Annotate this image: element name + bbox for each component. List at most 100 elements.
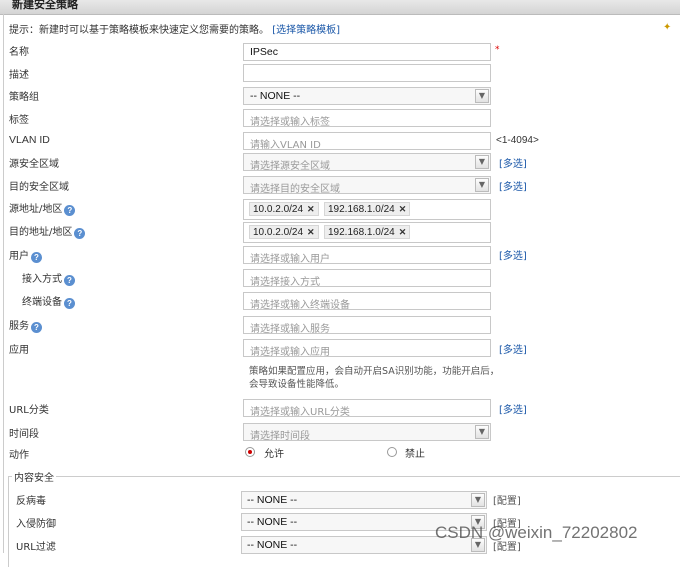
time-range-label: 时间段 xyxy=(9,429,39,440)
question-icon[interactable]: ? xyxy=(31,322,42,333)
service-label: 服务? xyxy=(9,317,42,333)
app-multi-link[interactable]: [多选] xyxy=(499,341,527,356)
time-range-select[interactable]: 请选择时间段 ▼ xyxy=(243,423,491,442)
address-tag-text: 10.0.2.0/24 xyxy=(253,227,304,238)
name-label: 名称 xyxy=(9,47,29,58)
url-filter-value: -- NONE -- xyxy=(247,539,298,551)
close-icon[interactable]: ✕ xyxy=(307,227,315,237)
policy-group-label: 策略组 xyxy=(9,92,39,103)
access-input[interactable]: 请选择接入方式 xyxy=(243,269,491,288)
vlan-label: VLAN ID xyxy=(9,134,50,146)
src-address-label: 源地址/地区? xyxy=(9,200,76,216)
close-icon[interactable]: ✕ xyxy=(307,204,315,214)
wand-icon[interactable]: ✦ xyxy=(663,22,677,34)
deny-label: 禁止 xyxy=(405,449,425,460)
vlan-range: <1-4094> xyxy=(496,135,539,146)
address-tag: 192.168.1.0/24 ✕ xyxy=(324,225,411,239)
close-icon[interactable]: ✕ xyxy=(399,204,407,214)
question-icon[interactable]: ? xyxy=(64,205,76,216)
src-address-input[interactable]: 10.0.2.0/24 ✕ 192.168.1.0/24 ✕ xyxy=(243,199,491,220)
name-input[interactable]: IPSec xyxy=(243,43,491,61)
description-input[interactable] xyxy=(243,64,491,82)
question-icon[interactable]: ? xyxy=(64,298,75,309)
url-category-input[interactable]: 请选择或输入URL分类 xyxy=(243,399,491,418)
access-label: 接入方式? xyxy=(22,270,75,286)
vlan-input[interactable]: 请输入VLAN ID xyxy=(243,132,491,151)
access-placeholder: 请选择接入方式 xyxy=(250,277,320,288)
tag-input[interactable]: 请选择或输入标签 xyxy=(243,109,491,128)
dialog-title: 新建安全策略 xyxy=(12,0,78,11)
select-template-link[interactable]: [选择策略模板] xyxy=(272,25,340,36)
device-label-text: 终端设备 xyxy=(22,297,62,308)
question-icon[interactable]: ? xyxy=(74,228,86,239)
chevron-down-icon[interactable]: ▼ xyxy=(475,89,489,103)
watermark: CSDN @weixin_72202802 xyxy=(435,523,638,542)
dst-zone-select[interactable]: 请选择目的安全区域 ▼ xyxy=(243,176,491,195)
dst-zone-label: 目的安全区域 xyxy=(9,182,69,193)
url-multi-link[interactable]: [多选] xyxy=(499,401,527,416)
user-placeholder: 请选择或输入用户 xyxy=(250,254,330,265)
chevron-down-icon[interactable]: ▼ xyxy=(475,155,489,169)
url-category-placeholder: 请选择或输入URL分类 xyxy=(250,407,350,418)
access-label-text: 接入方式 xyxy=(22,274,62,285)
policy-group-select[interactable]: -- NONE -- ▼ xyxy=(243,87,491,105)
required-mark: * xyxy=(495,45,500,55)
chevron-down-icon[interactable]: ▼ xyxy=(475,425,489,439)
dst-address-label-text: 目的地址/地区 xyxy=(9,227,73,238)
device-placeholder: 请选择或输入终端设备 xyxy=(250,300,350,311)
close-icon[interactable]: ✕ xyxy=(399,227,407,237)
dialog-border xyxy=(3,14,4,553)
tag-placeholder: 请选择或输入标签 xyxy=(250,117,330,128)
time-range-placeholder: 请选择时间段 xyxy=(250,431,310,442)
dst-address-label: 目的地址/地区? xyxy=(9,223,86,239)
url-filter-label: URL过滤 xyxy=(16,542,56,553)
allow-label: 允许 xyxy=(264,449,284,460)
address-tag: 10.0.2.0/24 ✕ xyxy=(249,225,319,239)
question-icon[interactable]: ? xyxy=(64,275,75,286)
dst-address-input[interactable]: 10.0.2.0/24 ✕ 192.168.1.0/24 ✕ xyxy=(243,222,491,243)
app-note: 策略如果配置应用，会自动开启SA识别功能，功能开启后，会导致设备性能降低。 xyxy=(249,366,500,390)
device-input[interactable]: 请选择或输入终端设备 xyxy=(243,292,491,311)
vlan-placeholder: 请输入VLAN ID xyxy=(250,140,321,151)
chevron-down-icon[interactable]: ▼ xyxy=(475,178,489,192)
user-label-text: 用户 xyxy=(9,251,29,262)
ips-label: 入侵防御 xyxy=(16,519,56,530)
address-tag: 192.168.1.0/24 ✕ xyxy=(324,202,411,216)
src-zone-label: 源安全区域 xyxy=(9,159,59,170)
service-input[interactable]: 请选择或输入服务 xyxy=(243,316,491,335)
deny-radio[interactable] xyxy=(387,447,397,457)
tag-label: 标签 xyxy=(9,115,29,126)
address-tag-text: 192.168.1.0/24 xyxy=(328,204,395,215)
allow-radio[interactable] xyxy=(245,447,255,457)
address-tag-text: 10.0.2.0/24 xyxy=(253,204,304,215)
dst-zone-placeholder: 请选择目的安全区域 xyxy=(250,184,340,195)
device-label: 终端设备? xyxy=(22,293,75,309)
hint-bar: 提示：新建时可以基于策略模板来快速定义您需要的策略。 [选择策略模板] xyxy=(9,21,340,36)
service-placeholder: 请选择或输入服务 xyxy=(250,324,330,335)
hint-text: 提示：新建时可以基于策略模板来快速定义您需要的策略。 xyxy=(9,25,269,36)
src-zone-multi-link[interactable]: [多选] xyxy=(499,155,527,170)
src-zone-select[interactable]: 请选择源安全区域 ▼ xyxy=(243,153,491,172)
user-label: 用户? xyxy=(9,247,42,263)
policy-group-value: -- NONE -- xyxy=(250,90,301,102)
dialog-titlebar: 新建安全策略 xyxy=(0,0,680,15)
name-value: IPSec xyxy=(250,46,279,58)
chevron-down-icon[interactable]: ▼ xyxy=(471,493,485,507)
app-placeholder: 请选择或输入应用 xyxy=(250,347,330,358)
question-icon[interactable]: ? xyxy=(31,252,42,263)
user-input[interactable]: 请选择或输入用户 xyxy=(243,246,491,265)
app-input[interactable]: 请选择或输入应用 xyxy=(243,339,491,358)
src-address-label-text: 源地址/地区 xyxy=(9,204,63,215)
dst-zone-multi-link[interactable]: [多选] xyxy=(499,178,527,193)
app-label: 应用 xyxy=(9,345,29,356)
service-label-text: 服务 xyxy=(9,321,29,332)
url-category-label: URL分类 xyxy=(9,405,49,416)
antivirus-label: 反病毒 xyxy=(16,496,46,507)
antivirus-select[interactable]: -- NONE -- ▼ xyxy=(241,491,487,509)
address-tag: 10.0.2.0/24 ✕ xyxy=(249,202,319,216)
action-label: 动作 xyxy=(9,450,29,461)
antivirus-value: -- NONE -- xyxy=(247,494,298,506)
user-multi-link[interactable]: [多选] xyxy=(499,247,527,262)
src-zone-placeholder: 请选择源安全区域 xyxy=(250,161,330,172)
antivirus-config-link[interactable]: [配置] xyxy=(493,492,521,507)
